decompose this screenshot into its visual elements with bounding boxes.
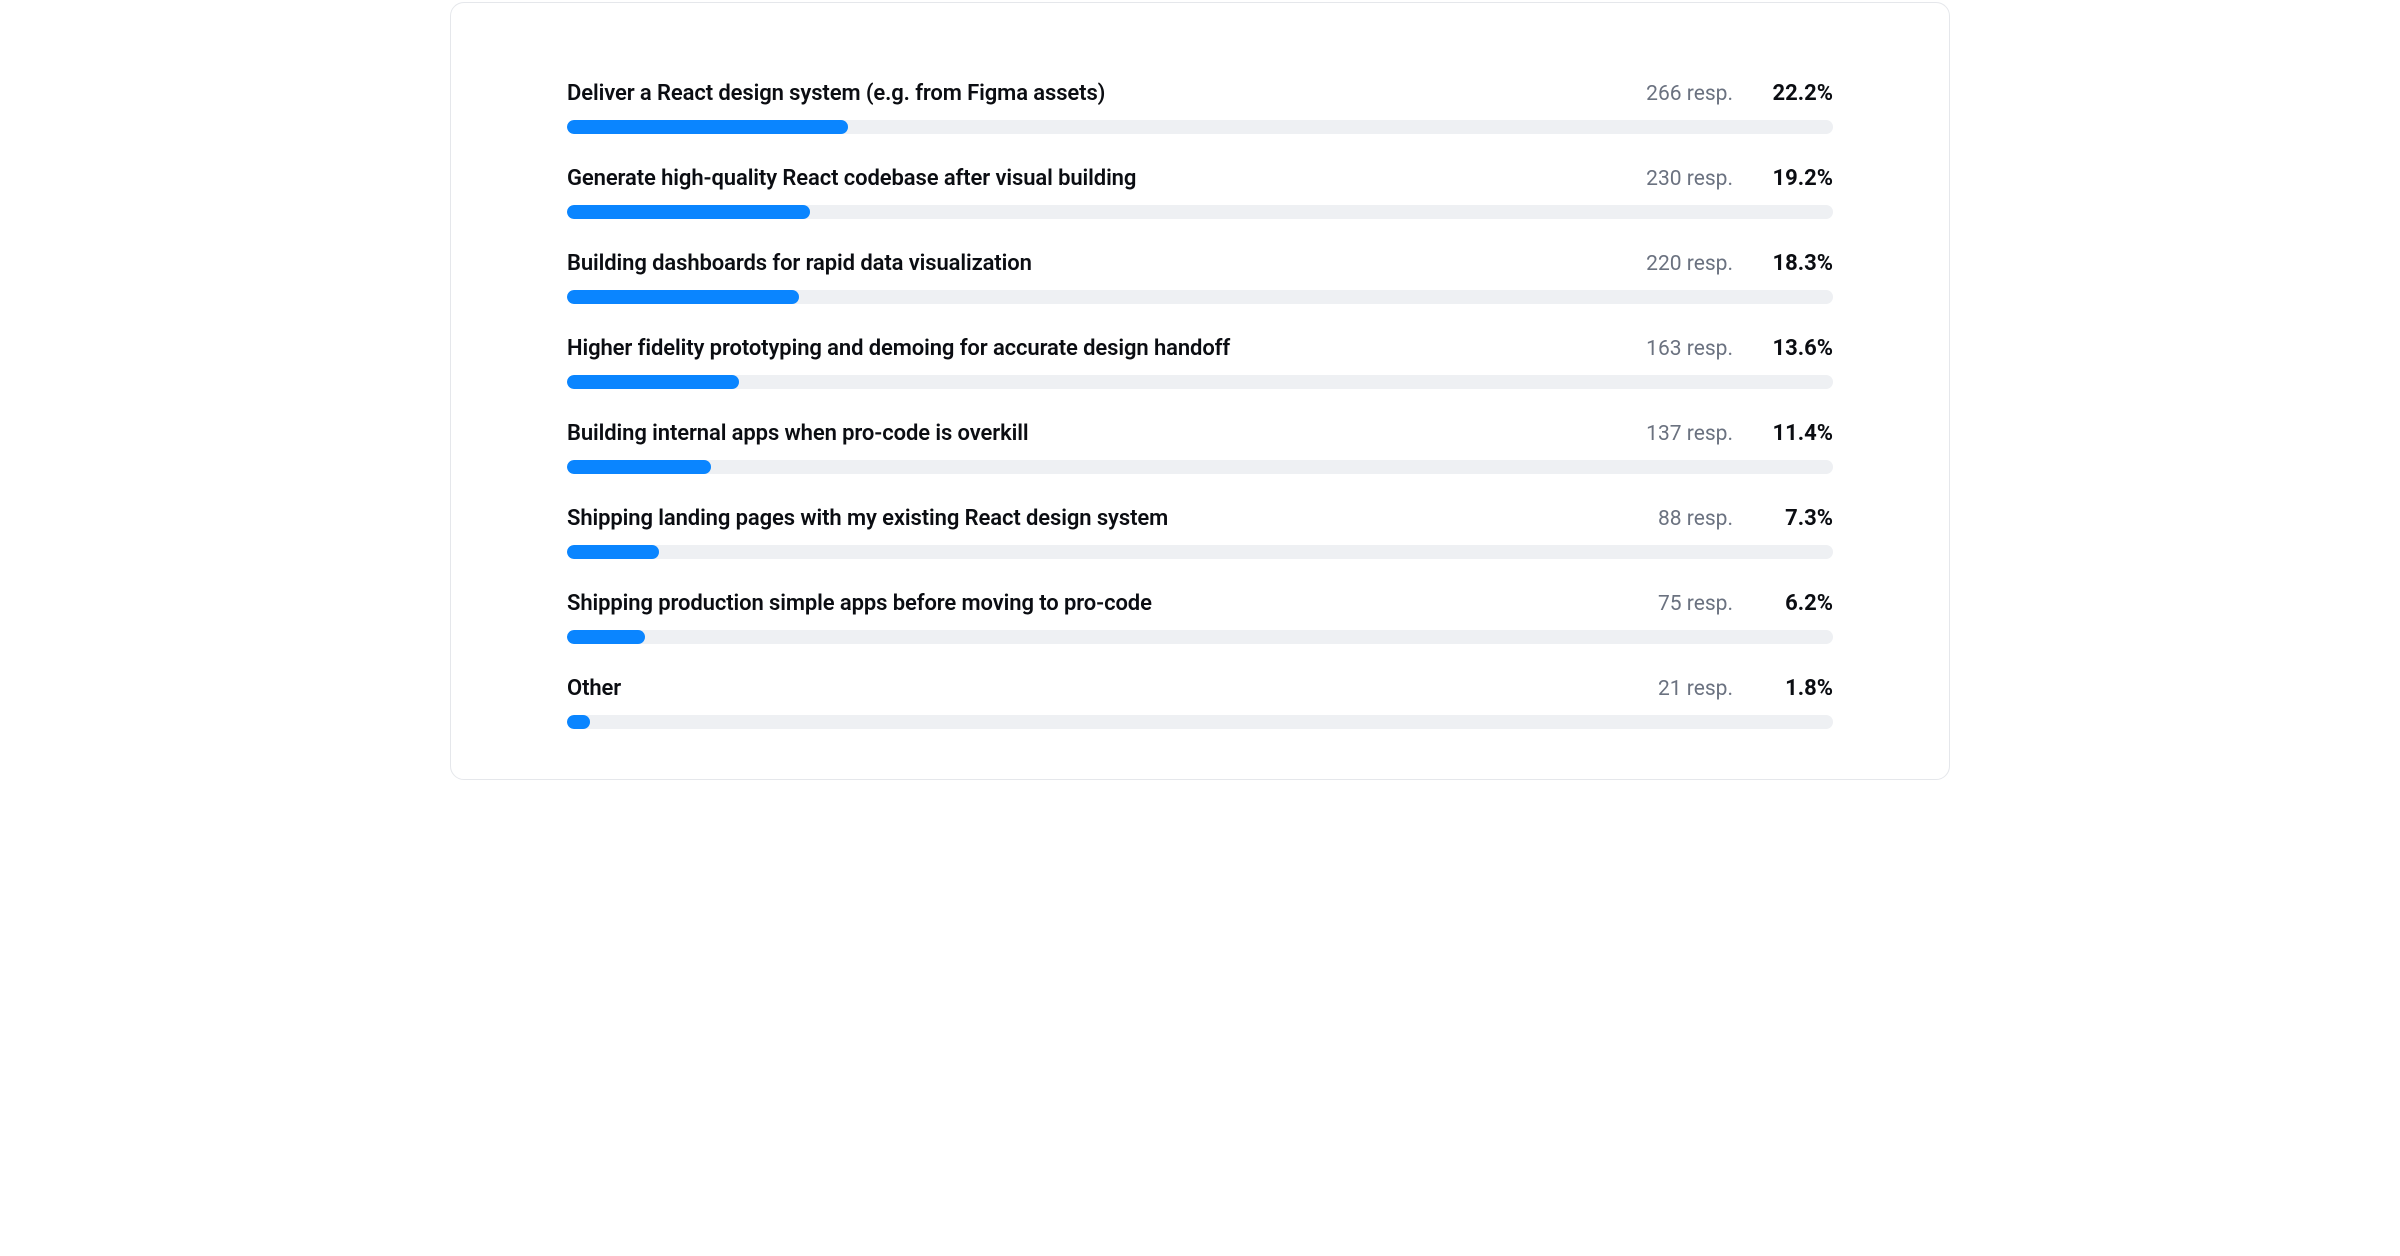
percent-value: 13.6% [1761, 336, 1833, 361]
bar-track [567, 460, 1833, 474]
result-label: Building internal apps when pro-code is … [567, 421, 1622, 446]
result-label: Deliver a React design system (e.g. from… [567, 81, 1622, 106]
bar-fill [567, 290, 799, 304]
percent-value: 1.8% [1761, 676, 1833, 701]
result-label: Building dashboards for rapid data visua… [567, 251, 1622, 276]
result-meta: 21 resp. 1.8% [1658, 676, 1833, 701]
bar-track [567, 120, 1833, 134]
respondent-count: 75 resp. [1658, 592, 1733, 616]
bar-fill [567, 545, 659, 559]
result-row: Shipping production simple apps before m… [567, 591, 1833, 644]
respondent-count: 137 resp. [1646, 422, 1733, 446]
result-row: Generate high-quality React codebase aft… [567, 166, 1833, 219]
bar-fill [567, 460, 711, 474]
result-row: Shipping landing pages with my existing … [567, 506, 1833, 559]
respondent-count: 21 resp. [1658, 677, 1733, 701]
bar-fill [567, 715, 590, 729]
result-label: Shipping production simple apps before m… [567, 591, 1634, 616]
respondent-count: 163 resp. [1646, 337, 1733, 361]
result-meta: 163 resp. 13.6% [1646, 336, 1833, 361]
result-meta: 137 resp. 11.4% [1646, 421, 1833, 446]
result-row: Building internal apps when pro-code is … [567, 421, 1833, 474]
result-meta: 220 resp. 18.3% [1646, 251, 1833, 276]
percent-value: 11.4% [1761, 421, 1833, 446]
bar-track [567, 545, 1833, 559]
percent-value: 18.3% [1761, 251, 1833, 276]
result-row-head: Building dashboards for rapid data visua… [567, 251, 1833, 276]
result-label: Other [567, 676, 1634, 701]
result-label: Shipping landing pages with my existing … [567, 506, 1634, 531]
respondent-count: 220 resp. [1646, 252, 1733, 276]
percent-value: 19.2% [1761, 166, 1833, 191]
respondent-count: 266 resp. [1646, 82, 1733, 106]
result-row: Building dashboards for rapid data visua… [567, 251, 1833, 304]
result-meta: 230 resp. 19.2% [1646, 166, 1833, 191]
result-meta: 75 resp. 6.2% [1658, 591, 1833, 616]
result-row-head: Deliver a React design system (e.g. from… [567, 81, 1833, 106]
result-row-head: Other 21 resp. 1.8% [567, 676, 1833, 701]
result-label: Higher fidelity prototyping and demoing … [567, 336, 1622, 361]
bar-fill [567, 375, 739, 389]
result-row-head: Higher fidelity prototyping and demoing … [567, 336, 1833, 361]
result-label: Generate high-quality React codebase aft… [567, 166, 1622, 191]
respondent-count: 230 resp. [1646, 167, 1733, 191]
bar-track [567, 205, 1833, 219]
percent-value: 7.3% [1761, 506, 1833, 531]
bar-track [567, 715, 1833, 729]
respondent-count: 88 resp. [1658, 507, 1733, 531]
result-row-head: Shipping production simple apps before m… [567, 591, 1833, 616]
bar-track [567, 630, 1833, 644]
result-row: Higher fidelity prototyping and demoing … [567, 336, 1833, 389]
result-meta: 266 resp. 22.2% [1646, 81, 1833, 106]
result-row-head: Shipping landing pages with my existing … [567, 506, 1833, 531]
result-meta: 88 resp. 7.3% [1658, 506, 1833, 531]
result-row: Other 21 resp. 1.8% [567, 676, 1833, 729]
bar-fill [567, 205, 810, 219]
bar-track [567, 290, 1833, 304]
bar-fill [567, 630, 645, 644]
bar-fill [567, 120, 848, 134]
bar-track [567, 375, 1833, 389]
result-row: Deliver a React design system (e.g. from… [567, 81, 1833, 134]
result-row-head: Building internal apps when pro-code is … [567, 421, 1833, 446]
percent-value: 6.2% [1761, 591, 1833, 616]
percent-value: 22.2% [1761, 81, 1833, 106]
result-row-head: Generate high-quality React codebase aft… [567, 166, 1833, 191]
survey-results-card: Deliver a React design system (e.g. from… [450, 2, 1950, 780]
